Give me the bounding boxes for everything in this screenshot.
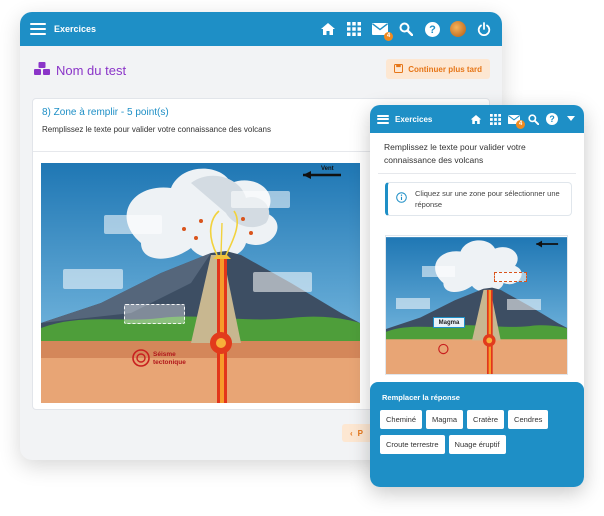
mobile-window: Exercices 4 ? Remplissez le texte pour v…	[370, 105, 584, 487]
search-icon[interactable]	[398, 21, 414, 37]
mobile-volcano-diagram: Magma	[385, 235, 568, 375]
mobile-drop-zone-1[interactable]	[422, 266, 455, 277]
mobile-search-icon[interactable]	[527, 113, 539, 125]
mobile-top-bar: Exercices 4 ?	[370, 105, 584, 133]
save-icon	[394, 63, 404, 75]
mobile-drop-zone-3[interactable]	[396, 298, 430, 309]
power-icon[interactable]	[476, 21, 492, 37]
svg-text:?: ?	[429, 24, 436, 36]
avatar[interactable]	[450, 21, 466, 37]
mobile-help-icon[interactable]: ?	[546, 113, 558, 125]
volcano-diagram: Vent Séisme tectonique	[41, 163, 360, 403]
info-icon	[396, 190, 407, 208]
mobile-notification-badge: 4	[516, 120, 525, 129]
chevron-left-icon: ‹	[350, 428, 353, 438]
notification-badge: 4	[384, 32, 393, 41]
menu-icon[interactable]	[30, 23, 46, 35]
mobile-divider	[378, 173, 576, 174]
mobile-home-icon[interactable]	[470, 113, 482, 125]
answer-chips: Cheminé Magma Cratère Cendres Croute ter…	[380, 410, 574, 454]
info-text: Cliquez sur une zone pour sélectionner u…	[415, 189, 560, 209]
mobile-mail-icon[interactable]: 4	[508, 113, 525, 129]
mobile-menu-icon[interactable]	[377, 114, 389, 124]
sheet-title: Remplacer la réponse	[382, 393, 460, 402]
answer-chip[interactable]: Nuage éruptif	[448, 435, 506, 454]
info-box: Cliquez sur une zone pour sélectionner u…	[385, 182, 572, 216]
mobile-app-title: Exercices	[395, 114, 433, 124]
mail-icon[interactable]: 4	[372, 21, 393, 41]
app-title: Exercices	[54, 24, 97, 34]
drop-zone-5[interactable]	[124, 304, 185, 324]
answer-chip[interactable]: Croute terrestre	[380, 435, 445, 454]
drop-zone-3[interactable]	[63, 269, 123, 289]
answer-chip[interactable]: Magma	[426, 410, 464, 429]
drop-zone-2[interactable]	[231, 191, 290, 208]
mobile-filled-zone[interactable]: Magma	[433, 317, 465, 328]
answer-chip[interactable]: Cendres	[508, 410, 549, 429]
seisme-label-2: tectonique	[153, 359, 186, 366]
page-title: Nom du test	[34, 62, 126, 79]
top-bar: Exercices 4 ?	[20, 12, 502, 46]
drop-zone-4[interactable]	[253, 272, 312, 292]
help-icon[interactable]: ?	[424, 21, 440, 37]
cubes-icon	[34, 62, 50, 79]
answer-chip[interactable]: Cheminé	[380, 410, 423, 429]
drop-zone-1[interactable]	[104, 215, 162, 234]
mobile-drop-zone-4[interactable]	[507, 299, 541, 310]
answer-sheet: Remplacer la réponse Cheminé Magma Cratè…	[370, 382, 584, 487]
wind-label: Vent	[321, 166, 334, 172]
apps-grid-icon[interactable]	[346, 21, 362, 37]
mobile-drop-zone-2[interactable]	[494, 272, 527, 282]
continue-later-button[interactable]: Continuer plus tard	[386, 59, 490, 79]
svg-text:?: ?	[549, 114, 554, 124]
mobile-question-instruction: Remplissez le texte pour valider votre c…	[384, 142, 526, 165]
previous-label: P	[357, 428, 364, 438]
continue-later-label: Continuer plus tard	[408, 64, 482, 74]
answer-chip[interactable]: Cratère	[467, 410, 505, 429]
mobile-apps-grid-icon[interactable]	[489, 113, 501, 125]
home-icon[interactable]	[320, 21, 336, 37]
seisme-label-1: Séisme	[153, 351, 176, 358]
chevron-down-icon[interactable]	[565, 113, 577, 125]
test-title: Nom du test	[56, 63, 127, 78]
